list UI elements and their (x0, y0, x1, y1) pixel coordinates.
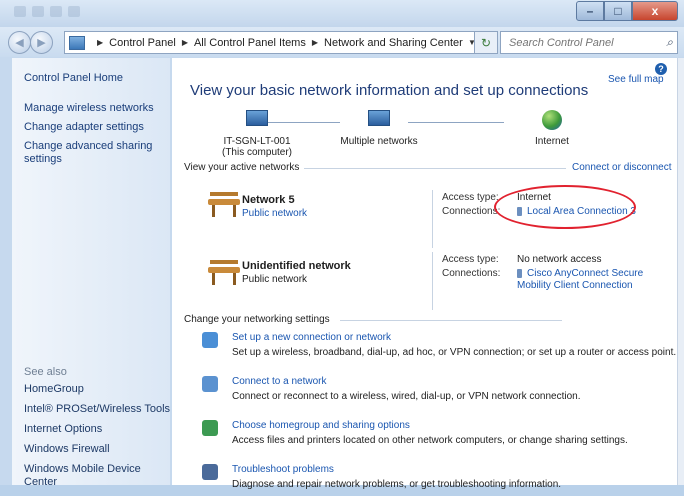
task-description: Access files and printers located on oth… (232, 435, 628, 446)
bench-icon (208, 192, 240, 218)
search-box: ⌕ (500, 31, 678, 54)
intel-proset-link[interactable]: Intel® PROSet/Wireless Tools (24, 403, 174, 416)
highlight-circle (494, 185, 636, 229)
forward-arrow-icon: ▶ (37, 37, 46, 49)
bench-icon (208, 260, 240, 286)
troubleshoot-icon (202, 464, 218, 480)
networks-label: Multiple networks (340, 136, 418, 147)
back-arrow-icon: ◀ (15, 37, 24, 49)
change-adapter-settings-link[interactable]: Change adapter settings (24, 121, 170, 134)
network-name: Unidentified network (242, 260, 351, 272)
left-pane: Control Panel Home Manage wireless netwo… (12, 58, 170, 488)
minimize-button[interactable]: – (576, 1, 604, 21)
internet-options-link[interactable]: Internet Options (24, 423, 174, 436)
maximize-button[interactable]: □ (604, 1, 632, 21)
manage-wireless-networks-link[interactable]: Manage wireless networks (24, 102, 170, 115)
toolbar-icon (14, 6, 26, 17)
connect-network-link[interactable]: Connect to a network (232, 376, 327, 387)
computer-sub: (This computer) (221, 147, 292, 158)
section-divider (340, 320, 562, 321)
network-icon (368, 110, 390, 126)
map-node-networks[interactable]: Multiple networks (324, 110, 434, 147)
breadcrumb-item[interactable]: Control Panel (109, 37, 176, 49)
window: – □ x ◀ ▶ ▶ Control Panel ▶ All Control … (0, 0, 684, 490)
connections-label: Connections: (442, 206, 501, 217)
setup-connection-link[interactable]: Set up a new connection or network (232, 332, 391, 343)
see-also-title: See also (24, 366, 67, 378)
control-panel-home-link[interactable]: Control Panel Home (24, 72, 123, 85)
change-advanced-sharing-link[interactable]: Change advanced sharing settings (24, 140, 154, 166)
map-node-computer[interactable]: IT-SGN-LT-001 (This computer) (202, 110, 312, 158)
address-bar[interactable]: ▶ Control Panel ▶ All Control Panel Item… (64, 31, 480, 54)
forward-button[interactable]: ▶ (30, 31, 53, 54)
quick-toolbar (14, 6, 124, 18)
toolbar-icon (68, 6, 80, 17)
vertical-scrollbar[interactable] (677, 58, 684, 485)
connection-icon (517, 268, 522, 278)
breadcrumb-separator-icon: ▶ (311, 38, 319, 47)
connections-label: Connections: (442, 268, 501, 279)
network-type-link[interactable]: Public network (242, 208, 307, 219)
homegroup-link[interactable]: HomeGroup (24, 383, 174, 396)
access-type-value: No network access (517, 254, 602, 265)
globe-icon (542, 110, 562, 130)
connection-link[interactable]: Cisco AnyConnect Secure Mobility Client … (517, 268, 643, 291)
refresh-icon: ↻ (480, 35, 492, 50)
main-pane: ? View your basic network information an… (172, 58, 678, 490)
network-type: Public network (242, 274, 308, 285)
task-links: Manage wireless networks Change adapter … (24, 102, 170, 172)
access-type-label: Access type: (442, 192, 499, 203)
troubleshoot-link[interactable]: Troubleshoot problems (232, 464, 334, 475)
toolbar-icon (32, 6, 44, 17)
vertical-divider (432, 190, 433, 248)
breadcrumb-separator-icon: ▶ (97, 38, 104, 47)
section-divider (304, 168, 566, 169)
homegroup-icon (202, 420, 218, 436)
breadcrumb-item[interactable]: Network and Sharing Center (324, 37, 463, 49)
toolbar-icon (50, 6, 62, 17)
window-controls: – □ x (576, 1, 678, 21)
breadcrumb-item[interactable]: All Control Panel Items (194, 37, 306, 49)
access-type-label: Access type: (442, 254, 499, 265)
connect-network-icon (202, 376, 218, 392)
connect-disconnect-link[interactable]: Connect or disconnect (572, 162, 672, 173)
task-description: Connect or reconnect to a wireless, wire… (232, 391, 581, 402)
close-button[interactable]: x (632, 1, 678, 21)
new-connection-icon (202, 332, 218, 348)
refresh-button[interactable]: ↻ (474, 31, 498, 54)
network-name: Network 5 (242, 194, 295, 206)
map-node-internet[interactable]: Internet (502, 110, 602, 147)
vertical-divider (432, 252, 433, 310)
homegroup-options-link[interactable]: Choose homegroup and sharing options (232, 420, 410, 431)
windows-mobile-device-center-link[interactable]: Windows Mobile Device Center (24, 463, 174, 489)
title-bar: – □ x (0, 0, 684, 27)
back-button[interactable]: ◀ (8, 31, 31, 54)
search-icon[interactable]: ⌕ (666, 35, 673, 50)
page-title: View your basic network information and … (190, 82, 589, 99)
computer-name: IT-SGN-LT-001 (223, 136, 291, 147)
control-panel-icon (69, 35, 85, 50)
connection-value: Cisco AnyConnect Secure Mobility Client … (517, 268, 645, 292)
change-settings-heading: Change your networking settings (184, 314, 330, 325)
task-description: Set up a wireless, broadband, dial-up, a… (232, 347, 677, 358)
internet-label: Internet (535, 136, 569, 147)
address-bar-row: ◀ ▶ ▶ Control Panel ▶ All Control Panel … (0, 27, 684, 57)
windows-firewall-link[interactable]: Windows Firewall (24, 443, 174, 456)
active-networks-heading: View your active networks (184, 162, 300, 173)
search-input[interactable] (507, 35, 659, 50)
see-also-links: HomeGroup Intel® PROSet/Wireless Tools I… (24, 383, 174, 496)
breadcrumb-separator-icon: ▶ (181, 38, 188, 47)
see-full-map-link[interactable]: See full map (608, 74, 664, 85)
computer-icon (246, 110, 268, 126)
network-row: Unidentified network Public network Acce… (184, 252, 674, 318)
